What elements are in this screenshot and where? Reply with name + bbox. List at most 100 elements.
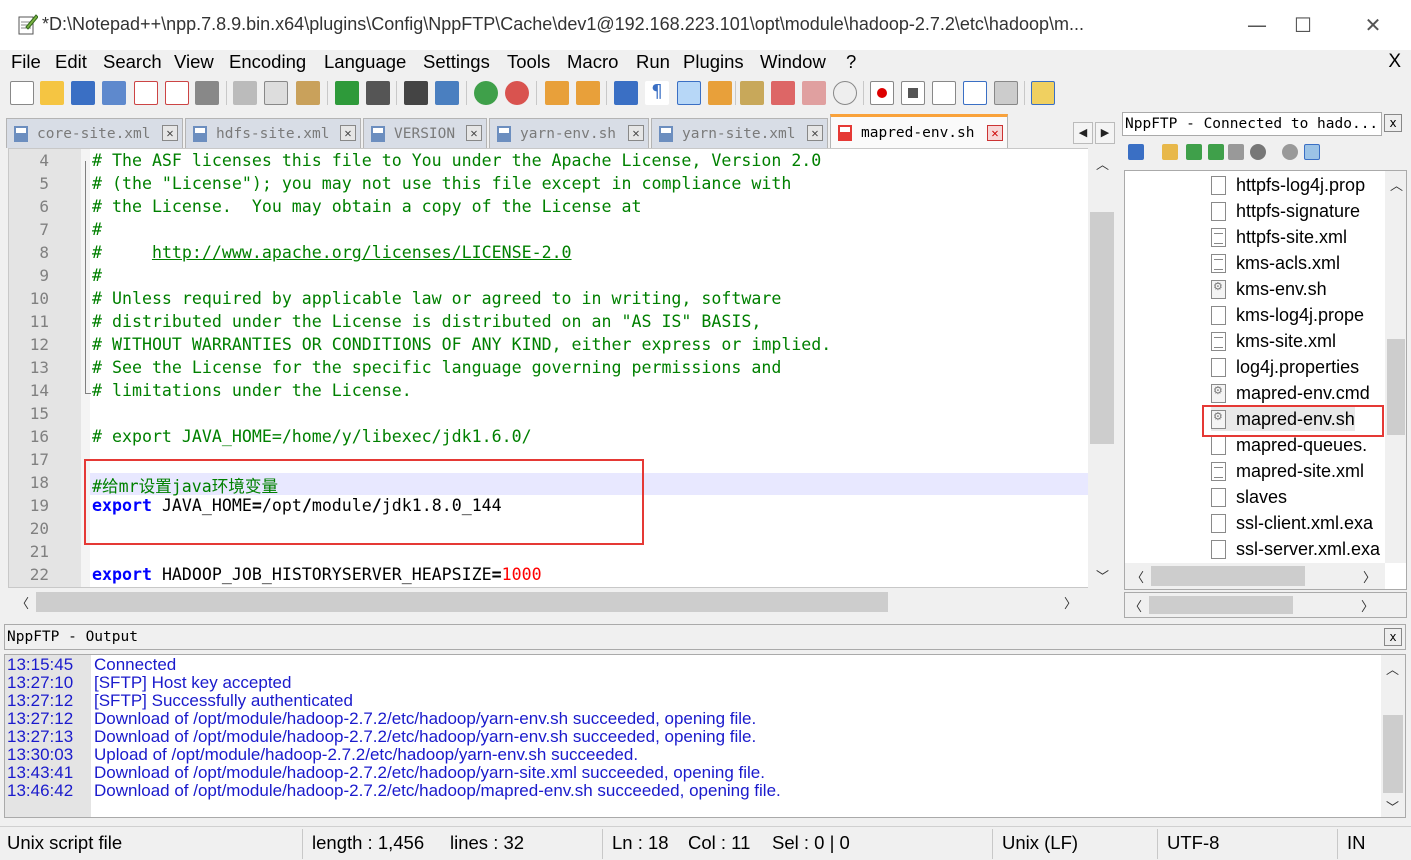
scroll-thumb[interactable] xyxy=(1149,596,1293,614)
print-icon[interactable] xyxy=(195,81,219,105)
save-all-icon[interactable] xyxy=(102,81,126,105)
tab-hdfs-site[interactable]: hdfs-site.xml ✕ xyxy=(185,118,361,148)
output-vertical-scrollbar[interactable]: ︿ ﹀ xyxy=(1381,655,1405,817)
paste-icon[interactable] xyxy=(296,81,320,105)
tab-close-icon[interactable]: ✕ xyxy=(987,125,1003,141)
scroll-left-icon[interactable]: 〈 xyxy=(16,593,29,612)
list-item[interactable]: ssl-client.xml.exa xyxy=(1211,511,1373,535)
scroll-up-icon[interactable]: ︿ xyxy=(1390,175,1403,194)
indent-guide-icon[interactable] xyxy=(677,81,701,105)
ftp-plugin-icon[interactable] xyxy=(1031,81,1055,105)
menu-settings[interactable]: Settings xyxy=(423,51,490,73)
license-link[interactable]: http://www.apache.org/licenses/LICENSE-2… xyxy=(152,243,572,262)
zoom-out-icon[interactable] xyxy=(505,81,529,105)
message-window-icon[interactable] xyxy=(1304,144,1320,160)
settings-gear-icon[interactable] xyxy=(1282,144,1298,160)
replace-icon[interactable] xyxy=(435,81,459,105)
list-item[interactable]: ssl-server.xml.exa xyxy=(1211,537,1380,561)
list-item[interactable]: mapred-env.cmd xyxy=(1211,381,1370,405)
menu-window[interactable]: Window xyxy=(760,51,826,73)
run-macro-multiple-icon[interactable] xyxy=(963,81,987,105)
output-close-button[interactable]: x xyxy=(1384,628,1402,646)
scroll-left-icon[interactable]: 〈 xyxy=(1131,567,1144,586)
list-item[interactable]: log4j.properties xyxy=(1211,355,1359,379)
list-item[interactable]: kms-env.sh xyxy=(1211,277,1327,301)
menu-help[interactable]: ? xyxy=(846,51,856,73)
folder-icon[interactable] xyxy=(1162,144,1178,160)
editor-vertical-scrollbar[interactable]: ︿ ﹀ xyxy=(1088,148,1116,588)
scroll-thumb[interactable] xyxy=(1151,566,1305,586)
sync-vertical-icon[interactable] xyxy=(545,81,569,105)
save-macro-icon[interactable] xyxy=(994,81,1018,105)
minimize-button[interactable]: — xyxy=(1237,10,1277,40)
scroll-right-icon[interactable]: 〉 xyxy=(1361,596,1374,615)
stop-macro-icon[interactable] xyxy=(901,81,925,105)
open-file-icon[interactable] xyxy=(40,81,64,105)
scroll-left-icon[interactable]: 〈 xyxy=(1129,596,1142,615)
menu-macro[interactable]: Macro xyxy=(567,51,618,73)
close-window-button[interactable]: ✕ xyxy=(1353,10,1393,40)
scroll-thumb[interactable] xyxy=(36,592,888,612)
menu-edit[interactable]: Edit xyxy=(55,51,87,73)
tab-close-icon[interactable]: ✕ xyxy=(466,125,482,141)
function-list-icon[interactable] xyxy=(740,81,764,105)
menu-view[interactable]: View xyxy=(174,51,214,73)
close-icon[interactable] xyxy=(134,81,158,105)
scroll-down-icon[interactable]: ﹀ xyxy=(1386,797,1399,816)
list-item[interactable]: httpfs-signature xyxy=(1211,199,1360,223)
ftp-horizontal-scrollbar[interactable]: 〈 〉 xyxy=(1125,563,1385,589)
folder-workspace-icon[interactable] xyxy=(771,81,795,105)
close-all-icon[interactable] xyxy=(165,81,189,105)
tab-close-icon[interactable]: ✕ xyxy=(807,125,823,141)
list-item[interactable]: httpfs-log4j.prop xyxy=(1211,173,1365,197)
tab-scroll-right-icon[interactable]: ▶ xyxy=(1095,122,1115,144)
find-icon[interactable] xyxy=(404,81,428,105)
close-document-button[interactable]: X xyxy=(1388,51,1401,73)
tab-yarn-site[interactable]: yarn-site.xml ✕ xyxy=(651,118,828,148)
scroll-right-icon[interactable]: 〉 xyxy=(1064,593,1077,612)
zoom-in-icon[interactable] xyxy=(474,81,498,105)
eye-icon[interactable] xyxy=(833,81,857,105)
list-item[interactable]: slaves xyxy=(1211,485,1287,509)
cut-icon[interactable] xyxy=(233,81,257,105)
scroll-thumb[interactable] xyxy=(1090,212,1114,444)
menu-file[interactable]: File xyxy=(11,51,41,73)
refresh-icon[interactable] xyxy=(1228,144,1244,160)
list-item[interactable]: httpfs-site.xml xyxy=(1211,225,1347,249)
menu-language[interactable]: Language xyxy=(324,51,406,73)
tab-version[interactable]: VERSION ✕ xyxy=(363,118,487,148)
scroll-down-icon[interactable]: ﹀ xyxy=(1096,566,1109,585)
scroll-up-icon[interactable]: ︿ xyxy=(1096,154,1109,173)
ftp-vertical-scrollbar[interactable]: ︿ xyxy=(1385,171,1406,563)
menu-plugins[interactable]: Plugins xyxy=(683,51,744,73)
new-file-icon[interactable] xyxy=(10,81,34,105)
record-macro-icon[interactable] xyxy=(870,81,894,105)
connect-icon[interactable] xyxy=(1128,144,1144,160)
scroll-thumb[interactable] xyxy=(1387,339,1405,435)
doc-map-icon[interactable] xyxy=(708,81,732,105)
ftp-file-tree[interactable]: httpfs-log4j.prop httpfs-signature httpf… xyxy=(1124,170,1407,590)
scroll-thumb[interactable] xyxy=(1383,715,1403,793)
copy-icon[interactable] xyxy=(264,81,288,105)
menu-tools[interactable]: Tools xyxy=(507,51,550,73)
maximize-button[interactable]: ☐ xyxy=(1283,10,1323,40)
scroll-up-icon[interactable]: ︿ xyxy=(1386,659,1399,678)
output-log[interactable]: 13:15:45 Connected 13:27:10 [SFTP] Host ke… xyxy=(4,654,1406,818)
word-wrap-icon[interactable] xyxy=(614,81,638,105)
ftp-close-button[interactable]: x xyxy=(1384,114,1402,132)
list-item[interactable]: kms-log4j.prope xyxy=(1211,303,1364,327)
list-item[interactable]: kms-acls.xml xyxy=(1211,251,1340,275)
sync-horizontal-icon[interactable] xyxy=(576,81,600,105)
list-item[interactable]: kms-site.xml xyxy=(1211,329,1336,353)
tab-close-icon[interactable]: ✕ xyxy=(162,125,178,141)
editor-horizontal-scrollbar[interactable]: 〈 〉 xyxy=(8,589,1116,615)
save-icon[interactable] xyxy=(71,81,95,105)
menu-search[interactable]: Search xyxy=(103,51,162,73)
tab-yarn-env[interactable]: yarn-env.sh ✕ xyxy=(489,118,649,148)
upload-icon[interactable] xyxy=(1208,144,1224,160)
tab-mapred-env[interactable]: mapred-env.sh ✕ xyxy=(830,114,1008,148)
ftp-queue-scrollbar[interactable]: 〈 〉 xyxy=(1124,592,1407,618)
tab-close-icon[interactable]: ✕ xyxy=(340,125,356,141)
menu-encoding[interactable]: Encoding xyxy=(229,51,306,73)
redo-icon[interactable] xyxy=(366,81,390,105)
